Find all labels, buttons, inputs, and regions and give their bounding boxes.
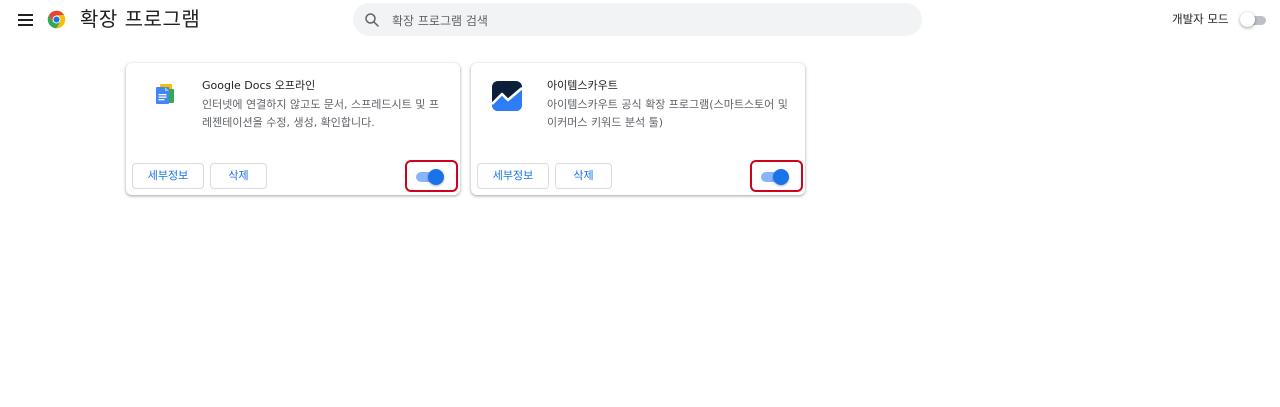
page-title: 확장 프로그램 xyxy=(80,7,201,31)
itemscout-icon xyxy=(491,81,523,111)
extension-card-itemscout: 아이템스카우트 아이템스카우트 공식 확장 프로그램(스마트스토어 및 이커머스… xyxy=(471,63,805,195)
extension-name: 아이템스카우트 xyxy=(547,79,618,92)
extension-enable-toggle[interactable] xyxy=(759,169,789,185)
search-box[interactable] xyxy=(353,3,922,38)
details-button[interactable]: 세부정보 xyxy=(132,163,204,189)
dev-mode-label: 개발자 모드 xyxy=(1172,12,1229,26)
remove-button[interactable]: 삭제 xyxy=(555,163,612,189)
details-button[interactable]: 세부정보 xyxy=(477,163,549,189)
remove-button[interactable]: 삭제 xyxy=(210,163,267,189)
top-toolbar: 확장 프로그램 개발자 모드 xyxy=(0,0,1280,40)
menu-icon[interactable] xyxy=(16,10,36,30)
google-docs-icon xyxy=(156,84,174,104)
search-input[interactable] xyxy=(390,3,914,38)
extension-description: 인터넷에 연결하지 않고도 문서, 스프레드시트 및 프레젠테이션을 수정, 생… xyxy=(202,98,439,129)
extension-enable-toggle[interactable] xyxy=(414,169,444,185)
extension-description: 아이템스카우트 공식 확장 프로그램(스마트스토어 및 이커머스 키워드 분석 … xyxy=(547,98,788,129)
dev-mode-toggle[interactable] xyxy=(1240,12,1268,28)
extension-card-google-docs: Google Docs 오프라인 인터넷에 연결하지 않고도 문서, 스프레드시… xyxy=(126,63,460,195)
search-icon xyxy=(365,13,379,27)
extension-name: Google Docs 오프라인 xyxy=(202,79,316,92)
chrome-logo-icon xyxy=(47,10,66,29)
